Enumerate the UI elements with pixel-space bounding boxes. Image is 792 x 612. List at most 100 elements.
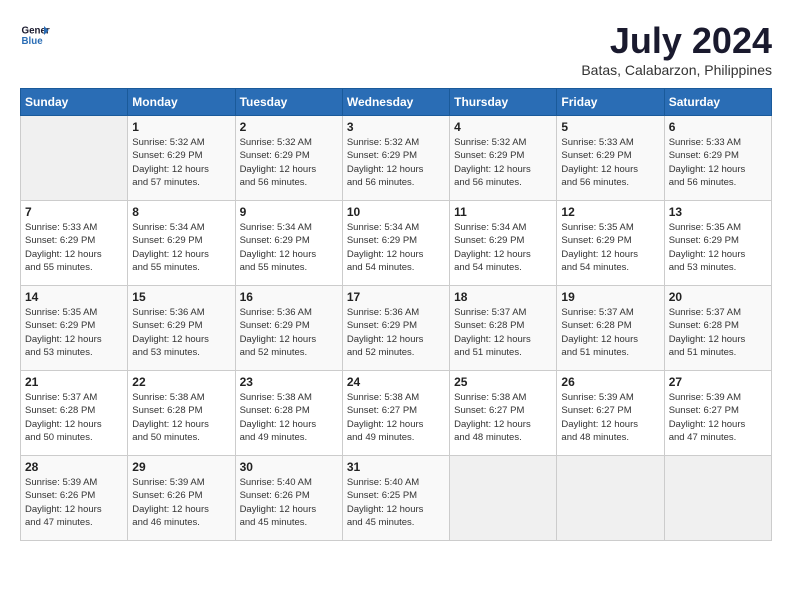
page-header: General Blue July 2024 Batas, Calabarzon…	[20, 20, 772, 78]
day-number: 29	[132, 460, 230, 474]
day-number: 26	[561, 375, 659, 389]
calendar-cell: 1 Sunrise: 5:32 AM Sunset: 6:29 PM Daylig…	[128, 116, 235, 201]
title-area: July 2024 Batas, Calabarzon, Philippines	[581, 20, 772, 78]
calendar-cell: 10 Sunrise: 5:34 AM Sunset: 6:29 PM Dayli…	[342, 201, 449, 286]
cell-content: Sunrise: 5:39 AM Sunset: 6:27 PM Dayligh…	[561, 391, 659, 444]
cell-content: Sunrise: 5:33 AM Sunset: 6:29 PM Dayligh…	[561, 136, 659, 189]
day-number: 23	[240, 375, 338, 389]
week-row-1: 7Sunrise: 5:33 AM Sunset: 6:29 PM Daylig…	[21, 201, 772, 286]
calendar-cell: 7Sunrise: 5:33 AM Sunset: 6:29 PM Daylig…	[21, 201, 128, 286]
cell-content: Sunrise: 5:32 AM Sunset: 6:29 PM Dayligh…	[132, 136, 230, 189]
week-row-2: 14 Sunrise: 5:35 AM Sunset: 6:29 PM Dayli…	[21, 286, 772, 371]
calendar-table: SundayMondayTuesdayWednesdayThursdayFrid…	[20, 88, 772, 541]
week-row-4: 28 Sunrise: 5:39 AM Sunset: 6:26 PM Dayli…	[21, 456, 772, 541]
day-number: 5	[561, 120, 659, 134]
day-number: 25	[454, 375, 552, 389]
month-title: July 2024	[581, 20, 772, 62]
cell-content: Sunrise: 5:33 AM Sunset: 6:29 PM Dayligh…	[669, 136, 767, 189]
day-number: 17	[347, 290, 445, 304]
header-row: SundayMondayTuesdayWednesdayThursdayFrid…	[21, 89, 772, 116]
calendar-cell: 5 Sunrise: 5:33 AM Sunset: 6:29 PM Daylig…	[557, 116, 664, 201]
cell-content: Sunrise: 5:40 AM Sunset: 6:25 PM Dayligh…	[347, 476, 445, 529]
calendar-cell: 17 Sunrise: 5:36 AM Sunset: 6:29 PM Dayli…	[342, 286, 449, 371]
day-number: 12	[561, 205, 659, 219]
day-number: 10	[347, 205, 445, 219]
header-day-wednesday: Wednesday	[342, 89, 449, 116]
svg-text:Blue: Blue	[22, 36, 44, 47]
calendar-cell: 6Sunrise: 5:33 AM Sunset: 6:29 PM Daylig…	[664, 116, 771, 201]
day-number: 9	[240, 205, 338, 219]
calendar-cell: 8 Sunrise: 5:34 AM Sunset: 6:29 PM Daylig…	[128, 201, 235, 286]
cell-content: Sunrise: 5:34 AM Sunset: 6:29 PM Dayligh…	[240, 221, 338, 274]
cell-content: Sunrise: 5:32 AM Sunset: 6:29 PM Dayligh…	[240, 136, 338, 189]
header-day-thursday: Thursday	[450, 89, 557, 116]
calendar-cell	[450, 456, 557, 541]
location: Batas, Calabarzon, Philippines	[581, 62, 772, 78]
header-day-sunday: Sunday	[21, 89, 128, 116]
calendar-cell: 21 Sunrise: 5:37 AM Sunset: 6:28 PM Dayli…	[21, 371, 128, 456]
calendar-cell: 28 Sunrise: 5:39 AM Sunset: 6:26 PM Dayli…	[21, 456, 128, 541]
day-number: 24	[347, 375, 445, 389]
cell-content: Sunrise: 5:35 AM Sunset: 6:29 PM Dayligh…	[561, 221, 659, 274]
day-number: 13	[669, 205, 767, 219]
cell-content: Sunrise: 5:35 AM Sunset: 6:29 PM Dayligh…	[25, 306, 123, 359]
day-number: 21	[25, 375, 123, 389]
calendar-cell: 16 Sunrise: 5:36 AM Sunset: 6:29 PM Dayli…	[235, 286, 342, 371]
cell-content: Sunrise: 5:39 AM Sunset: 6:26 PM Dayligh…	[25, 476, 123, 529]
cell-content: Sunrise: 5:37 AM Sunset: 6:28 PM Dayligh…	[25, 391, 123, 444]
day-number: 18	[454, 290, 552, 304]
calendar-cell: 18 Sunrise: 5:37 AM Sunset: 6:28 PM Dayli…	[450, 286, 557, 371]
week-row-3: 21 Sunrise: 5:37 AM Sunset: 6:28 PM Dayli…	[21, 371, 772, 456]
calendar-cell: 4 Sunrise: 5:32 AM Sunset: 6:29 PM Daylig…	[450, 116, 557, 201]
cell-content: Sunrise: 5:34 AM Sunset: 6:29 PM Dayligh…	[454, 221, 552, 274]
day-number: 27	[669, 375, 767, 389]
cell-content: Sunrise: 5:38 AM Sunset: 6:28 PM Dayligh…	[240, 391, 338, 444]
day-number: 22	[132, 375, 230, 389]
cell-content: Sunrise: 5:36 AM Sunset: 6:29 PM Dayligh…	[347, 306, 445, 359]
header-day-monday: Monday	[128, 89, 235, 116]
calendar-cell: 22 Sunrise: 5:38 AM Sunset: 6:28 PM Dayli…	[128, 371, 235, 456]
day-number: 11	[454, 205, 552, 219]
day-number: 15	[132, 290, 230, 304]
cell-content: Sunrise: 5:34 AM Sunset: 6:29 PM Dayligh…	[132, 221, 230, 274]
cell-content: Sunrise: 5:39 AM Sunset: 6:27 PM Dayligh…	[669, 391, 767, 444]
header-day-tuesday: Tuesday	[235, 89, 342, 116]
cell-content: Sunrise: 5:34 AM Sunset: 6:29 PM Dayligh…	[347, 221, 445, 274]
cell-content: Sunrise: 5:36 AM Sunset: 6:29 PM Dayligh…	[240, 306, 338, 359]
day-number: 4	[454, 120, 552, 134]
day-number: 7	[25, 205, 123, 219]
day-number: 3	[347, 120, 445, 134]
day-number: 28	[25, 460, 123, 474]
day-number: 1	[132, 120, 230, 134]
calendar-cell	[557, 456, 664, 541]
calendar-cell: 23 Sunrise: 5:38 AM Sunset: 6:28 PM Dayli…	[235, 371, 342, 456]
calendar-cell	[21, 116, 128, 201]
logo: General Blue	[20, 20, 50, 50]
calendar-cell: 11 Sunrise: 5:34 AM Sunset: 6:29 PM Dayli…	[450, 201, 557, 286]
logo-icon: General Blue	[20, 20, 50, 50]
calendar-cell: 19Sunrise: 5:37 AM Sunset: 6:28 PM Dayli…	[557, 286, 664, 371]
day-number: 20	[669, 290, 767, 304]
calendar-cell: 13Sunrise: 5:35 AM Sunset: 6:29 PM Dayli…	[664, 201, 771, 286]
cell-content: Sunrise: 5:40 AM Sunset: 6:26 PM Dayligh…	[240, 476, 338, 529]
cell-content: Sunrise: 5:37 AM Sunset: 6:28 PM Dayligh…	[669, 306, 767, 359]
cell-content: Sunrise: 5:38 AM Sunset: 6:28 PM Dayligh…	[132, 391, 230, 444]
calendar-cell: 2 Sunrise: 5:32 AM Sunset: 6:29 PM Daylig…	[235, 116, 342, 201]
cell-content: Sunrise: 5:32 AM Sunset: 6:29 PM Dayligh…	[454, 136, 552, 189]
header-day-friday: Friday	[557, 89, 664, 116]
cell-content: Sunrise: 5:38 AM Sunset: 6:27 PM Dayligh…	[454, 391, 552, 444]
week-row-0: 1 Sunrise: 5:32 AM Sunset: 6:29 PM Daylig…	[21, 116, 772, 201]
day-number: 16	[240, 290, 338, 304]
calendar-cell: 29 Sunrise: 5:39 AM Sunset: 6:26 PM Dayli…	[128, 456, 235, 541]
calendar-cell: 31Sunrise: 5:40 AM Sunset: 6:25 PM Dayli…	[342, 456, 449, 541]
calendar-cell: 15Sunrise: 5:36 AM Sunset: 6:29 PM Dayli…	[128, 286, 235, 371]
cell-content: Sunrise: 5:37 AM Sunset: 6:28 PM Dayligh…	[454, 306, 552, 359]
calendar-cell: 30Sunrise: 5:40 AM Sunset: 6:26 PM Dayli…	[235, 456, 342, 541]
day-number: 8	[132, 205, 230, 219]
day-number: 2	[240, 120, 338, 134]
day-number: 19	[561, 290, 659, 304]
day-number: 14	[25, 290, 123, 304]
calendar-cell: 24Sunrise: 5:38 AM Sunset: 6:27 PM Dayli…	[342, 371, 449, 456]
cell-content: Sunrise: 5:39 AM Sunset: 6:26 PM Dayligh…	[132, 476, 230, 529]
calendar-cell: 14 Sunrise: 5:35 AM Sunset: 6:29 PM Dayli…	[21, 286, 128, 371]
